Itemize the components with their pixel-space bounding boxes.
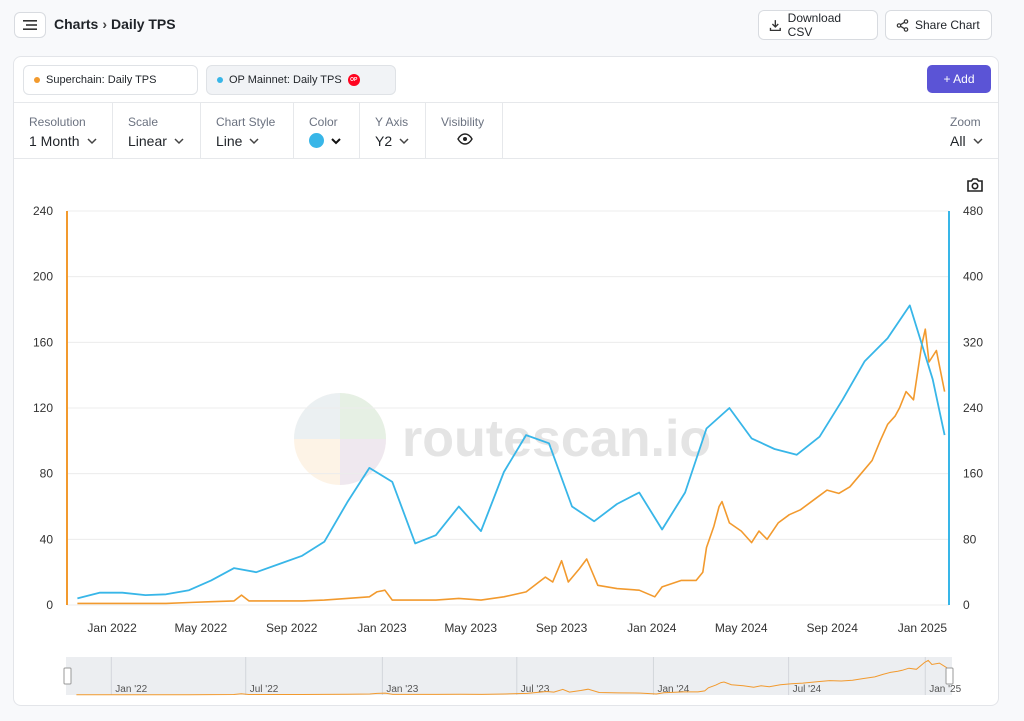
series-color-dot <box>217 77 223 83</box>
zoom-label: Zoom <box>950 115 981 129</box>
resolution-label: Resolution <box>29 115 86 129</box>
chart-controls: Resolution 1 Month Scale Linear Chart St… <box>14 102 998 159</box>
scale-value: Linear <box>128 133 167 149</box>
download-csv-label: Download CSV <box>787 11 842 39</box>
chart-card: Superchain: Daily TPS OP Mainnet: Daily … <box>13 56 999 706</box>
series-chip-label: Superchain: Daily TPS <box>46 74 157 86</box>
chevron-down-icon <box>399 138 409 145</box>
download-icon <box>769 19 781 31</box>
op-logo-icon: OP <box>347 74 360 86</box>
zoom-value: All <box>950 133 966 149</box>
color-swatch <box>309 133 324 148</box>
add-series-button[interactable]: + Add <box>927 65 991 93</box>
series-chip-label: OP Mainnet: Daily TPS <box>229 74 342 86</box>
series-chip-op-mainnet[interactable]: OP Mainnet: Daily TPS OP <box>206 65 396 95</box>
chevron-down-icon <box>87 138 97 145</box>
resolution-value: 1 Month <box>29 133 80 149</box>
visibility-control[interactable]: Visibility <box>426 103 503 159</box>
chevron-down-icon <box>331 137 341 144</box>
camera-icon[interactable] <box>966 177 984 193</box>
y-axis-value: Y2 <box>375 133 393 149</box>
share-chart-label: Share Chart <box>915 18 980 32</box>
y-axis-label: Y Axis <box>375 115 409 129</box>
breadcrumb-current: Daily TPS <box>111 16 176 32</box>
menu-icon <box>23 20 37 30</box>
chart-style-control[interactable]: Chart Style Line <box>201 103 294 159</box>
share-icon <box>896 18 909 32</box>
color-label: Color <box>309 115 338 129</box>
y-axis-control[interactable]: Y Axis Y2 <box>360 103 426 159</box>
chart-style-value: Line <box>216 133 243 149</box>
breadcrumb-separator: › <box>102 16 108 32</box>
share-chart-button[interactable]: Share Chart <box>885 10 992 40</box>
series-chip-superchain[interactable]: Superchain: Daily TPS <box>23 65 198 95</box>
scale-label: Scale <box>128 115 159 129</box>
download-csv-button[interactable]: Download CSV <box>758 10 878 40</box>
chevron-down-icon <box>249 138 259 145</box>
series-color-dot <box>34 77 40 83</box>
breadcrumb-root[interactable]: Charts <box>54 16 98 32</box>
visibility-label: Visibility <box>441 115 485 129</box>
top-bar: Charts › Daily TPS Download CSV Share Ch… <box>0 0 1024 52</box>
menu-toggle-button[interactable] <box>14 12 46 38</box>
eye-icon <box>457 133 473 145</box>
scale-control[interactable]: Scale Linear <box>113 103 201 159</box>
zoom-control[interactable]: Zoom All <box>935 103 998 159</box>
chevron-down-icon <box>973 138 983 145</box>
breadcrumb: Charts › Daily TPS <box>54 16 176 32</box>
resolution-control[interactable]: Resolution 1 Month <box>14 103 113 159</box>
chevron-down-icon <box>174 138 184 145</box>
color-control[interactable]: Color <box>294 103 360 159</box>
chart-style-label: Chart Style <box>216 115 276 129</box>
